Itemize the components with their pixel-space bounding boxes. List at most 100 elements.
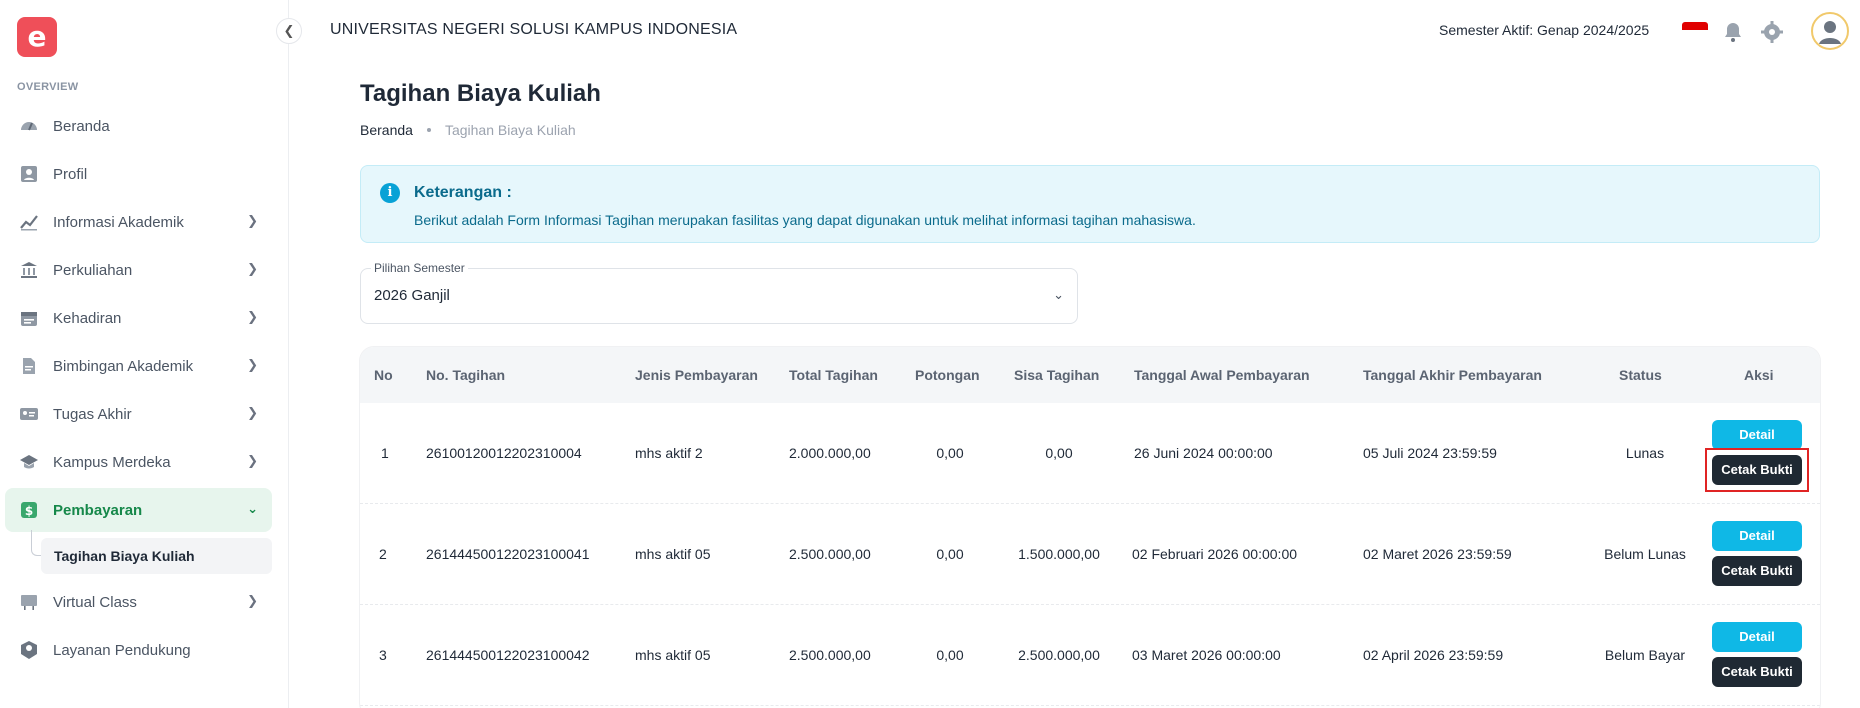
cell-no-tagihan: 261444500122023100041: [426, 546, 590, 562]
cell-sisa: 2.500.000,00: [1018, 647, 1100, 663]
board-icon: [21, 595, 37, 610]
avatar[interactable]: [1811, 12, 1849, 50]
col-header-no-tagihan: No. Tagihan: [426, 367, 506, 383]
cell-status: Lunas: [1625, 445, 1665, 461]
bell-icon[interactable]: [1721, 20, 1745, 44]
money-icon: $: [21, 502, 37, 518]
cell-status: Belum Bayar: [1604, 647, 1686, 663]
sidebar-item-label: Tugas Akhir: [53, 405, 132, 423]
table-row: 1 26100120012202310004 mhs aktif 2 2.000…: [360, 403, 1820, 504]
cell-no: 3: [379, 647, 387, 663]
sidebar-item-informasi-akademik[interactable]: Informasi Akademik ❯: [5, 200, 272, 244]
cell-jenis: mhs aktif 05: [635, 647, 711, 663]
app: e OVERVIEW Beranda Profil Informasi Akad…: [0, 0, 1860, 708]
semester-select-label: Pilihan Semester: [371, 261, 468, 275]
sidebar-item-label: Profil: [53, 165, 88, 183]
support-box-icon: [21, 641, 37, 659]
indonesia-flag-icon[interactable]: [1682, 22, 1708, 38]
chart-up-icon: [20, 215, 38, 231]
info-icon: i: [380, 183, 400, 203]
breadcrumb: Beranda Tagihan Biaya Kuliah: [360, 122, 576, 138]
breadcrumb-separator: [426, 128, 431, 132]
col-header-status: Status: [1619, 367, 1662, 383]
sidebar-nav: Beranda Profil Informasi Akademik ❯ Perk…: [5, 104, 272, 676]
col-header-akhir: Tanggal Akhir Pembayaran: [1363, 367, 1542, 383]
cell-no-tagihan: 26100120012202310004: [426, 445, 582, 461]
cell-awal: 03 Maret 2026 00:00:00: [1132, 647, 1281, 663]
col-header-aksi: Aksi: [1744, 367, 1774, 383]
col-header-potongan: Potongan: [915, 367, 980, 383]
sidebar-item-label: Kampus Merdeka: [53, 453, 171, 471]
gauge-icon: [21, 122, 37, 131]
alert-title: Keterangan :: [414, 184, 512, 201]
cell-akhir: 02 Maret 2026 23:59:59: [1363, 546, 1512, 562]
cell-total: 2.500.000,00: [789, 647, 871, 663]
cetak-bukti-button[interactable]: Cetak Bukti: [1712, 556, 1802, 586]
id-card-icon: [20, 408, 38, 420]
sidebar-item-label: Layanan Pendukung: [53, 641, 191, 659]
cell-total: 2.500.000,00: [789, 546, 871, 562]
sidebar-item-label: Bimbingan Akademik: [53, 357, 194, 375]
cell-no: 2: [379, 546, 387, 562]
gear-icon[interactable]: [1760, 20, 1784, 44]
svg-text:$: $: [25, 504, 33, 518]
university-name: UNIVERSITAS NEGERI SOLUSI KAMPUS INDONES…: [330, 21, 738, 38]
user-card-icon: [21, 166, 37, 182]
table-header: No No. Tagihan Jenis Pembayaran Total Ta…: [360, 347, 1820, 403]
sidebar-item-tugas-akhir[interactable]: Tugas Akhir ❯: [5, 392, 272, 436]
cell-no-tagihan: 261444500122023100042: [426, 647, 590, 663]
sidebar-item-label: Kehadiran: [53, 309, 122, 327]
sidebar-section-label: OVERVIEW: [17, 81, 79, 93]
app-logo[interactable]: e: [17, 17, 57, 57]
chevron-right-icon: ❯: [247, 309, 258, 324]
detail-button[interactable]: Detail: [1712, 622, 1802, 652]
sidebar-item-profil[interactable]: Profil: [5, 152, 272, 196]
chevron-right-icon: ❯: [247, 357, 258, 372]
cetak-bukti-button[interactable]: Cetak Bukti: [1712, 657, 1802, 687]
breadcrumb-home[interactable]: Beranda: [360, 122, 413, 138]
sidebar-item-bimbingan-akademik[interactable]: Bimbingan Akademik ❯: [5, 344, 272, 388]
graduation-cap-icon: [20, 455, 38, 469]
col-header-jenis: Jenis Pembayaran: [635, 367, 758, 383]
sidebar-item-kehadiran[interactable]: Kehadiran ❯: [5, 296, 272, 340]
cell-potongan: 0,00: [936, 445, 964, 461]
sidebar-item-perkuliahan[interactable]: Perkuliahan ❯: [5, 248, 272, 292]
chevron-right-icon: ❯: [247, 453, 258, 468]
cell-sisa: 1.500.000,00: [1018, 546, 1100, 562]
billing-table: No No. Tagihan Jenis Pembayaran Total Ta…: [360, 347, 1820, 708]
cell-akhir: 05 Juli 2024 23:59:59: [1363, 445, 1497, 461]
cell-no: 1: [381, 445, 389, 461]
col-header-sisa: Sisa Tagihan: [1014, 367, 1100, 383]
info-alert: i Keterangan : Berikut adalah Form Infor…: [360, 165, 1820, 243]
chevron-down-icon: ⌄: [1053, 287, 1064, 302]
semester-select[interactable]: Pilihan Semester 2026 Ganjil ⌄: [360, 261, 1078, 324]
sidebar-item-layanan-pendukung[interactable]: Layanan Pendukung: [5, 628, 272, 672]
sidebar-subitem-tagihan-biaya-kuliah[interactable]: Tagihan Biaya Kuliah: [41, 538, 272, 574]
table-row: 2 261444500122023100041 mhs aktif 05 2.5…: [360, 504, 1820, 605]
sidebar: e OVERVIEW Beranda Profil Informasi Akad…: [0, 0, 289, 708]
semester-select-value: 2026 Ganjil: [374, 287, 450, 304]
col-header-no: No: [374, 367, 393, 383]
chevron-right-icon: ❯: [247, 261, 258, 276]
sidebar-item-kampus-merdeka[interactable]: Kampus Merdeka ❯: [5, 440, 272, 484]
sidebar-collapse-button[interactable]: ❮: [276, 18, 302, 44]
chevron-right-icon: ❯: [247, 405, 258, 420]
cell-awal: 26 Juni 2024 00:00:00: [1134, 445, 1273, 461]
sidebar-item-label: Informasi Akademik: [53, 213, 184, 231]
detail-button[interactable]: Detail: [1712, 521, 1802, 551]
user-avatar-icon: [1819, 21, 1841, 44]
calendar-icon: [21, 312, 37, 326]
active-semester: Semester Aktif: Genap 2024/2025: [1439, 22, 1650, 38]
sidebar-item-beranda[interactable]: Beranda: [5, 104, 272, 148]
sidebar-item-pembayaran[interactable]: $ Pembayaran ⌄: [5, 488, 272, 532]
cell-potongan: 0,00: [936, 546, 964, 562]
detail-button[interactable]: Detail: [1712, 420, 1802, 450]
cell-jenis: mhs aktif 2: [635, 445, 703, 461]
col-header-total: Total Tagihan: [789, 367, 878, 383]
cell-jenis: mhs aktif 05: [635, 546, 711, 562]
page-title: Tagihan Biaya Kuliah: [360, 80, 601, 107]
document-icon: [23, 358, 35, 374]
cell-status: Belum Lunas: [1604, 546, 1686, 562]
sidebar-item-virtual-class[interactable]: Virtual Class ❯: [5, 580, 272, 624]
submenu-pembayaran: Tagihan Biaya Kuliah: [5, 530, 272, 576]
